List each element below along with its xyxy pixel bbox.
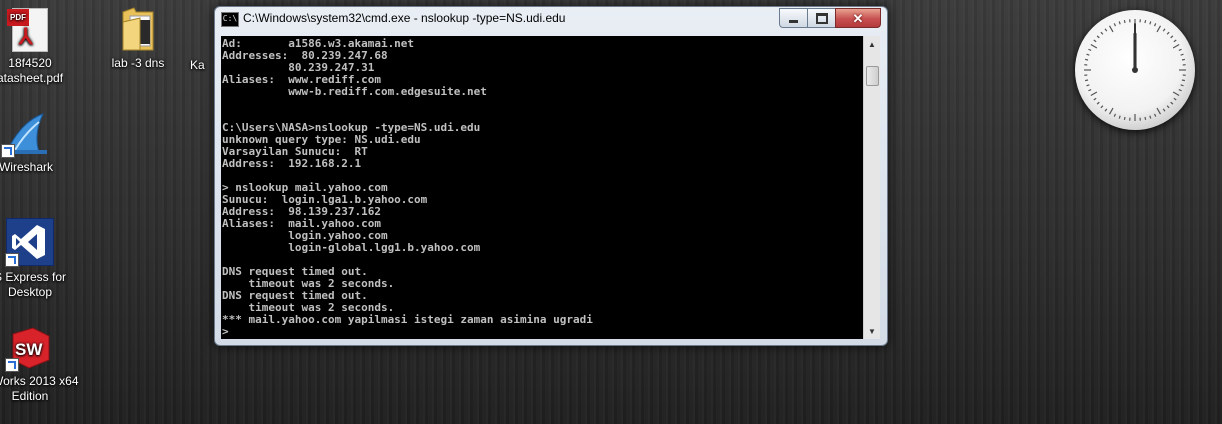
desktop-icon-label: Wireshark [0,160,53,174]
clock-tick [1088,88,1092,92]
clock-tick [1156,25,1162,33]
desktop-icon-vs-express[interactable]: S Express for Desktop [0,218,68,300]
desktop-icon-lab-3-dns[interactable]: lab -3 dns [100,6,176,71]
visual-studio-icon [5,218,54,267]
window-title: C:\Windows\system32\cmd.exe - nslookup -… [243,11,566,25]
close-icon: ✕ [852,10,864,26]
folder-icon [120,6,156,52]
cmd-app-icon[interactable]: C:\ [221,12,239,27]
wireshark-icon [1,112,49,158]
clock-tick [1118,21,1121,25]
clock-tick [1173,39,1177,43]
clock-tick [1172,43,1180,49]
desktop-icon-datasheet-pdf[interactable]: PDF ⅄ 18f4520 atasheet.pdf [0,8,68,86]
clock-tick [1086,84,1090,87]
clock-tick [1084,79,1089,82]
clock-tick [1180,53,1184,56]
scroll-up-arrow-icon[interactable]: ▲ [864,36,880,52]
close-button[interactable]: ✕ [835,8,881,28]
clock-tick [1086,53,1090,56]
clock-tick [1084,58,1089,61]
maximize-button[interactable] [807,8,836,28]
desktop-icon-label: Works 2013 x64 [0,374,79,388]
clock-tick [1181,58,1186,61]
cmd-window[interactable]: C:\ C:\Windows\system32\cmd.exe - nslook… [214,6,888,346]
clock-tick [1118,115,1121,119]
minimize-icon [789,19,798,23]
clock-tick [1093,97,1097,101]
desktop-icon-label: Edition [11,389,49,403]
clock-tick [1172,91,1180,97]
clock-tick [1180,84,1184,87]
clock-tick [1166,105,1170,109]
clock-tick [1153,113,1157,117]
svg-text:SW: SW [15,340,43,359]
desktop-icon-label: atasheet.pdf [0,71,64,85]
vertical-scrollbar[interactable]: ▲ ▼ [863,36,880,339]
clock-tick [1170,35,1174,39]
pdf-file-icon: PDF ⅄ [7,8,48,52]
clock-tick [1104,28,1108,32]
clock-gadget[interactable] [1075,10,1195,130]
console-text: Ad: a1586.w3.akamai.net Addresses: 80.23… [222,37,593,338]
clock-tick [1108,107,1114,115]
clock-tick [1178,88,1182,92]
clock-tick [1162,28,1166,32]
clock-tick [1149,21,1152,25]
desktop-icon-label: S Express for [0,270,67,284]
clock-tick [1181,79,1186,82]
desktop-icon-label: 18f4520 [8,56,52,70]
clock-tick [1093,39,1097,43]
clock-tick [1090,91,1098,97]
console-output[interactable]: Ad: a1586.w3.akamai.net Addresses: 80.23… [221,36,863,339]
clock-tick [1178,48,1182,52]
shortcut-arrow-icon [5,253,19,267]
window-titlebar[interactable]: C:\ C:\Windows\system32\cmd.exe - nslook… [215,7,887,31]
window-controls: ✕ [779,8,881,28]
clock-tick [1153,23,1157,27]
clock-tick [1166,31,1170,35]
clock-tick [1123,116,1126,121]
clock-tick [1090,43,1098,49]
clock-tick [1088,48,1092,52]
solidworks-icon: SW [5,324,53,372]
desktop-icon-label: Desktop [7,285,53,299]
scroll-down-arrow-icon[interactable]: ▼ [864,323,880,339]
scrollbar-thumb[interactable] [866,66,879,86]
clock-tick [1096,101,1100,105]
clock-tick [1096,35,1100,39]
desktop-icon-wireshark[interactable]: Wireshark [0,112,64,175]
clock-tick [1144,19,1147,24]
minimize-button[interactable] [779,8,808,28]
shortcut-arrow-icon [5,358,19,372]
desktop-icon-label: lab -3 dns [111,56,165,70]
clock-tick [1144,116,1147,121]
clock-tick [1113,23,1117,27]
desktop-icon-solidworks[interactable]: SW Works 2013 x64 Edition [0,324,79,404]
clock-tick [1123,19,1126,24]
maximize-icon [815,12,828,24]
shortcut-arrow-icon [1,144,15,158]
clock-tick [1162,108,1166,112]
clock-tick [1170,101,1174,105]
clock-tick [1113,113,1117,117]
clock-tick [1104,108,1108,112]
clock-tick [1100,105,1104,109]
clock-tick [1156,107,1162,115]
clock-tick [1100,31,1104,35]
clock-tick [1149,115,1152,119]
clock-tick [1173,97,1177,101]
clock-tick [1108,25,1114,33]
clock-face-icon [1084,19,1186,121]
